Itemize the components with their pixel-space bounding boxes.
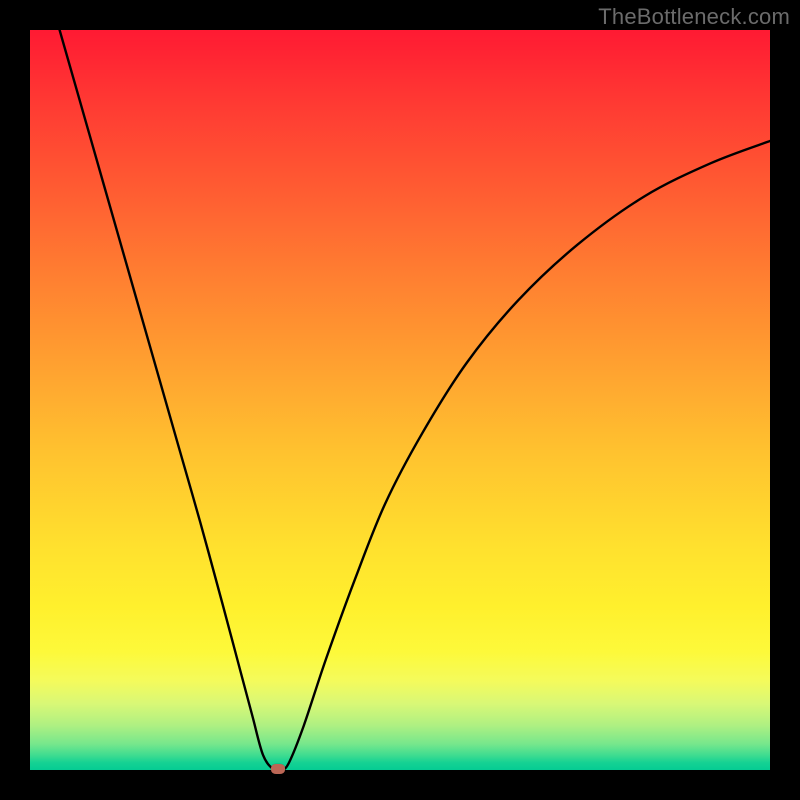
minimum-marker — [271, 764, 285, 774]
watermark-text: TheBottleneck.com — [598, 4, 790, 30]
chart-frame: TheBottleneck.com — [0, 0, 800, 800]
plot-area — [30, 30, 770, 770]
bottleneck-curve — [30, 30, 770, 770]
